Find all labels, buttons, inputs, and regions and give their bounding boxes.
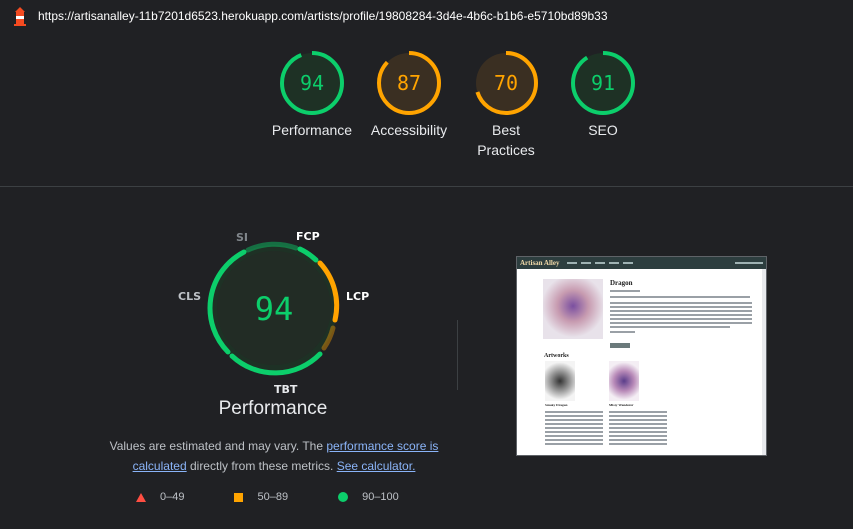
- category-label: Accessibility: [370, 122, 448, 138]
- final-screenshot[interactable]: Artisan Alley Dragon Artworks Smoky Drag…: [516, 256, 767, 456]
- legend-average: 50–89: [234, 491, 288, 503]
- gauge-seo[interactable]: 91 SEO: [555, 50, 651, 140]
- triangle-icon: [136, 492, 146, 502]
- gauge-ring: 70: [474, 51, 538, 115]
- vertical-divider: [457, 320, 458, 390]
- performance-score: 94: [255, 290, 294, 328]
- category-gauges: 94 Performance 87 Accessibility 70 Best …: [0, 50, 853, 180]
- dragon-image: [543, 279, 603, 339]
- url-bar: https://artisanalley-11b7201d6523.heroku…: [0, 0, 853, 32]
- page-url[interactable]: https://artisanalley-11b7201d6523.heroku…: [38, 9, 608, 23]
- metric-si: SI: [236, 231, 249, 244]
- metric-cls: CLS: [178, 290, 202, 303]
- card1-title: Smoky Dragon: [545, 403, 568, 407]
- legend-fail: 0–49: [136, 491, 184, 503]
- note-text: Values are estimated and may vary. The: [109, 439, 327, 453]
- performance-gauge: 94: [207, 241, 340, 376]
- gauge-performance[interactable]: 94 Performance: [264, 50, 360, 140]
- legend-range: 50–89: [257, 491, 289, 503]
- metric-fcp: FCP: [296, 230, 320, 243]
- square-icon: [234, 492, 244, 502]
- metric-lcp: LCP: [346, 290, 370, 303]
- note-text: directly from these metrics.: [186, 459, 337, 473]
- circle-icon: [338, 492, 349, 502]
- score-value: 70: [494, 71, 518, 95]
- category-label: SEO: [588, 122, 618, 138]
- see-calculator-link[interactable]: See calculator.: [337, 459, 416, 473]
- score-value: 87: [397, 71, 421, 95]
- legend-pass: 90–100: [338, 491, 399, 503]
- legend-range: 0–49: [160, 491, 185, 503]
- category-label: Performance: [271, 122, 353, 138]
- lighthouse-icon: [14, 7, 26, 26]
- gauge-best-practices[interactable]: 70 Best Practices: [458, 50, 554, 160]
- score-legend: 0–49 50–89 90–100: [136, 491, 449, 503]
- thumb-brand: Artisan Alley: [520, 259, 560, 267]
- thumb-button: [610, 343, 630, 348]
- smoky-dragon-image: [545, 361, 575, 401]
- section-divider: [0, 186, 853, 187]
- gauge-accessibility[interactable]: 87 Accessibility: [361, 50, 457, 140]
- gauge-ring: 94: [280, 51, 344, 115]
- thumb-heading: Dragon: [610, 279, 633, 287]
- metric-tbt: TBT: [274, 383, 298, 396]
- legend-range: 90–100: [362, 491, 399, 503]
- performance-title: Performance: [218, 398, 328, 419]
- gauge-ring: 87: [377, 51, 441, 115]
- score-value: 91: [591, 71, 615, 95]
- gauge-ring: 91: [571, 51, 635, 115]
- score-note: Values are estimated and may vary. The p…: [90, 436, 458, 476]
- thumb-section: Artworks: [544, 353, 569, 359]
- misty-wanderer-image: [609, 361, 639, 401]
- category-label: Best Practices: [477, 122, 535, 158]
- thumb-navbar: Artisan Alley: [517, 257, 766, 269]
- score-value: 94: [300, 71, 324, 95]
- thumb-scrollbar: [762, 269, 766, 455]
- card2-title: Misty Wanderer: [609, 403, 634, 407]
